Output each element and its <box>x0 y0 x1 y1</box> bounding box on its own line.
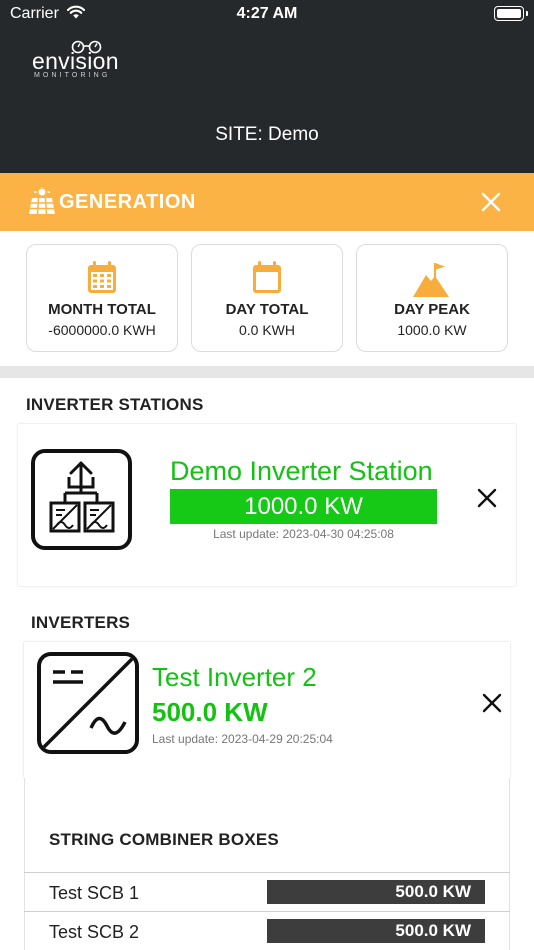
site-title: SITE: Demo <box>215 124 319 145</box>
solar-panel-icon <box>29 187 55 215</box>
status-time: 4:27 AM <box>236 5 298 22</box>
stat-label: MONTH TOTAL <box>48 301 156 318</box>
close-icon[interactable] <box>476 187 506 217</box>
stat-card-day-peak: DAY PEAK 1000.0 KW <box>356 244 508 352</box>
generation-title: GENERATION <box>59 191 196 213</box>
inverter-station-name: Demo Inverter Station <box>170 456 433 486</box>
inverter-station-last-update: Last update: 2023-04-30 04:25:08 <box>213 527 394 541</box>
calendar-grid-icon <box>88 261 116 293</box>
inverter-last-update: Last update: 2023-04-29 20:25:04 <box>152 732 333 746</box>
scb-heading: STRING COMBINER BOXES <box>49 830 279 849</box>
logo-subtitle: MONITORING <box>34 72 111 79</box>
table-row[interactable]: Test SCB 1 500.0 KW <box>24 872 510 911</box>
close-icon[interactable] <box>479 690 505 716</box>
generation-bar: GENERATION <box>0 173 534 231</box>
section-divider <box>0 366 534 378</box>
status-bar: Carrier 4:27 AM <box>0 0 534 30</box>
stat-card-day-total: DAY TOTAL 0.0 KWH <box>191 244 343 352</box>
calendar-icon <box>253 261 281 293</box>
stat-value: 0.0 KWH <box>238 322 295 338</box>
battery-icon <box>494 6 528 21</box>
stat-label: DAY PEAK <box>394 301 470 318</box>
scb-power-bar: 500.0 KW <box>267 880 485 904</box>
table-row[interactable]: Test SCB 2 500.0 KW <box>24 911 510 950</box>
envision-logo: envision MONITORING <box>32 38 142 82</box>
stat-card-month-total: MONTH TOTAL -6000000.0 KWH <box>26 244 178 352</box>
logo-wordmark: envision <box>32 48 119 74</box>
stat-label: DAY TOTAL <box>225 301 309 318</box>
inverter-power: 500.0 KW <box>152 697 268 727</box>
inverters-heading: INVERTERS <box>31 613 131 632</box>
mountain-flag-icon <box>413 263 449 297</box>
app-header: Carrier 4:27 AM envision MONITORING SITE… <box>0 0 534 173</box>
scb-power-bar: 500.0 KW <box>267 919 485 943</box>
inverter-name: Test Inverter 2 <box>152 662 317 692</box>
inverter-station-power-bar: 1000.0 KW <box>170 489 437 524</box>
inverter-icon <box>37 652 139 754</box>
stat-value: -6000000.0 KWH <box>48 322 156 338</box>
scb-name: Test SCB 1 <box>49 883 140 903</box>
stat-value: 1000.0 KW <box>397 322 467 338</box>
inverter-stations-heading: INVERTER STATIONS <box>26 395 204 414</box>
inverter-station-icon <box>31 449 132 550</box>
close-icon[interactable] <box>474 485 500 511</box>
scb-name: Test SCB 2 <box>49 922 140 942</box>
